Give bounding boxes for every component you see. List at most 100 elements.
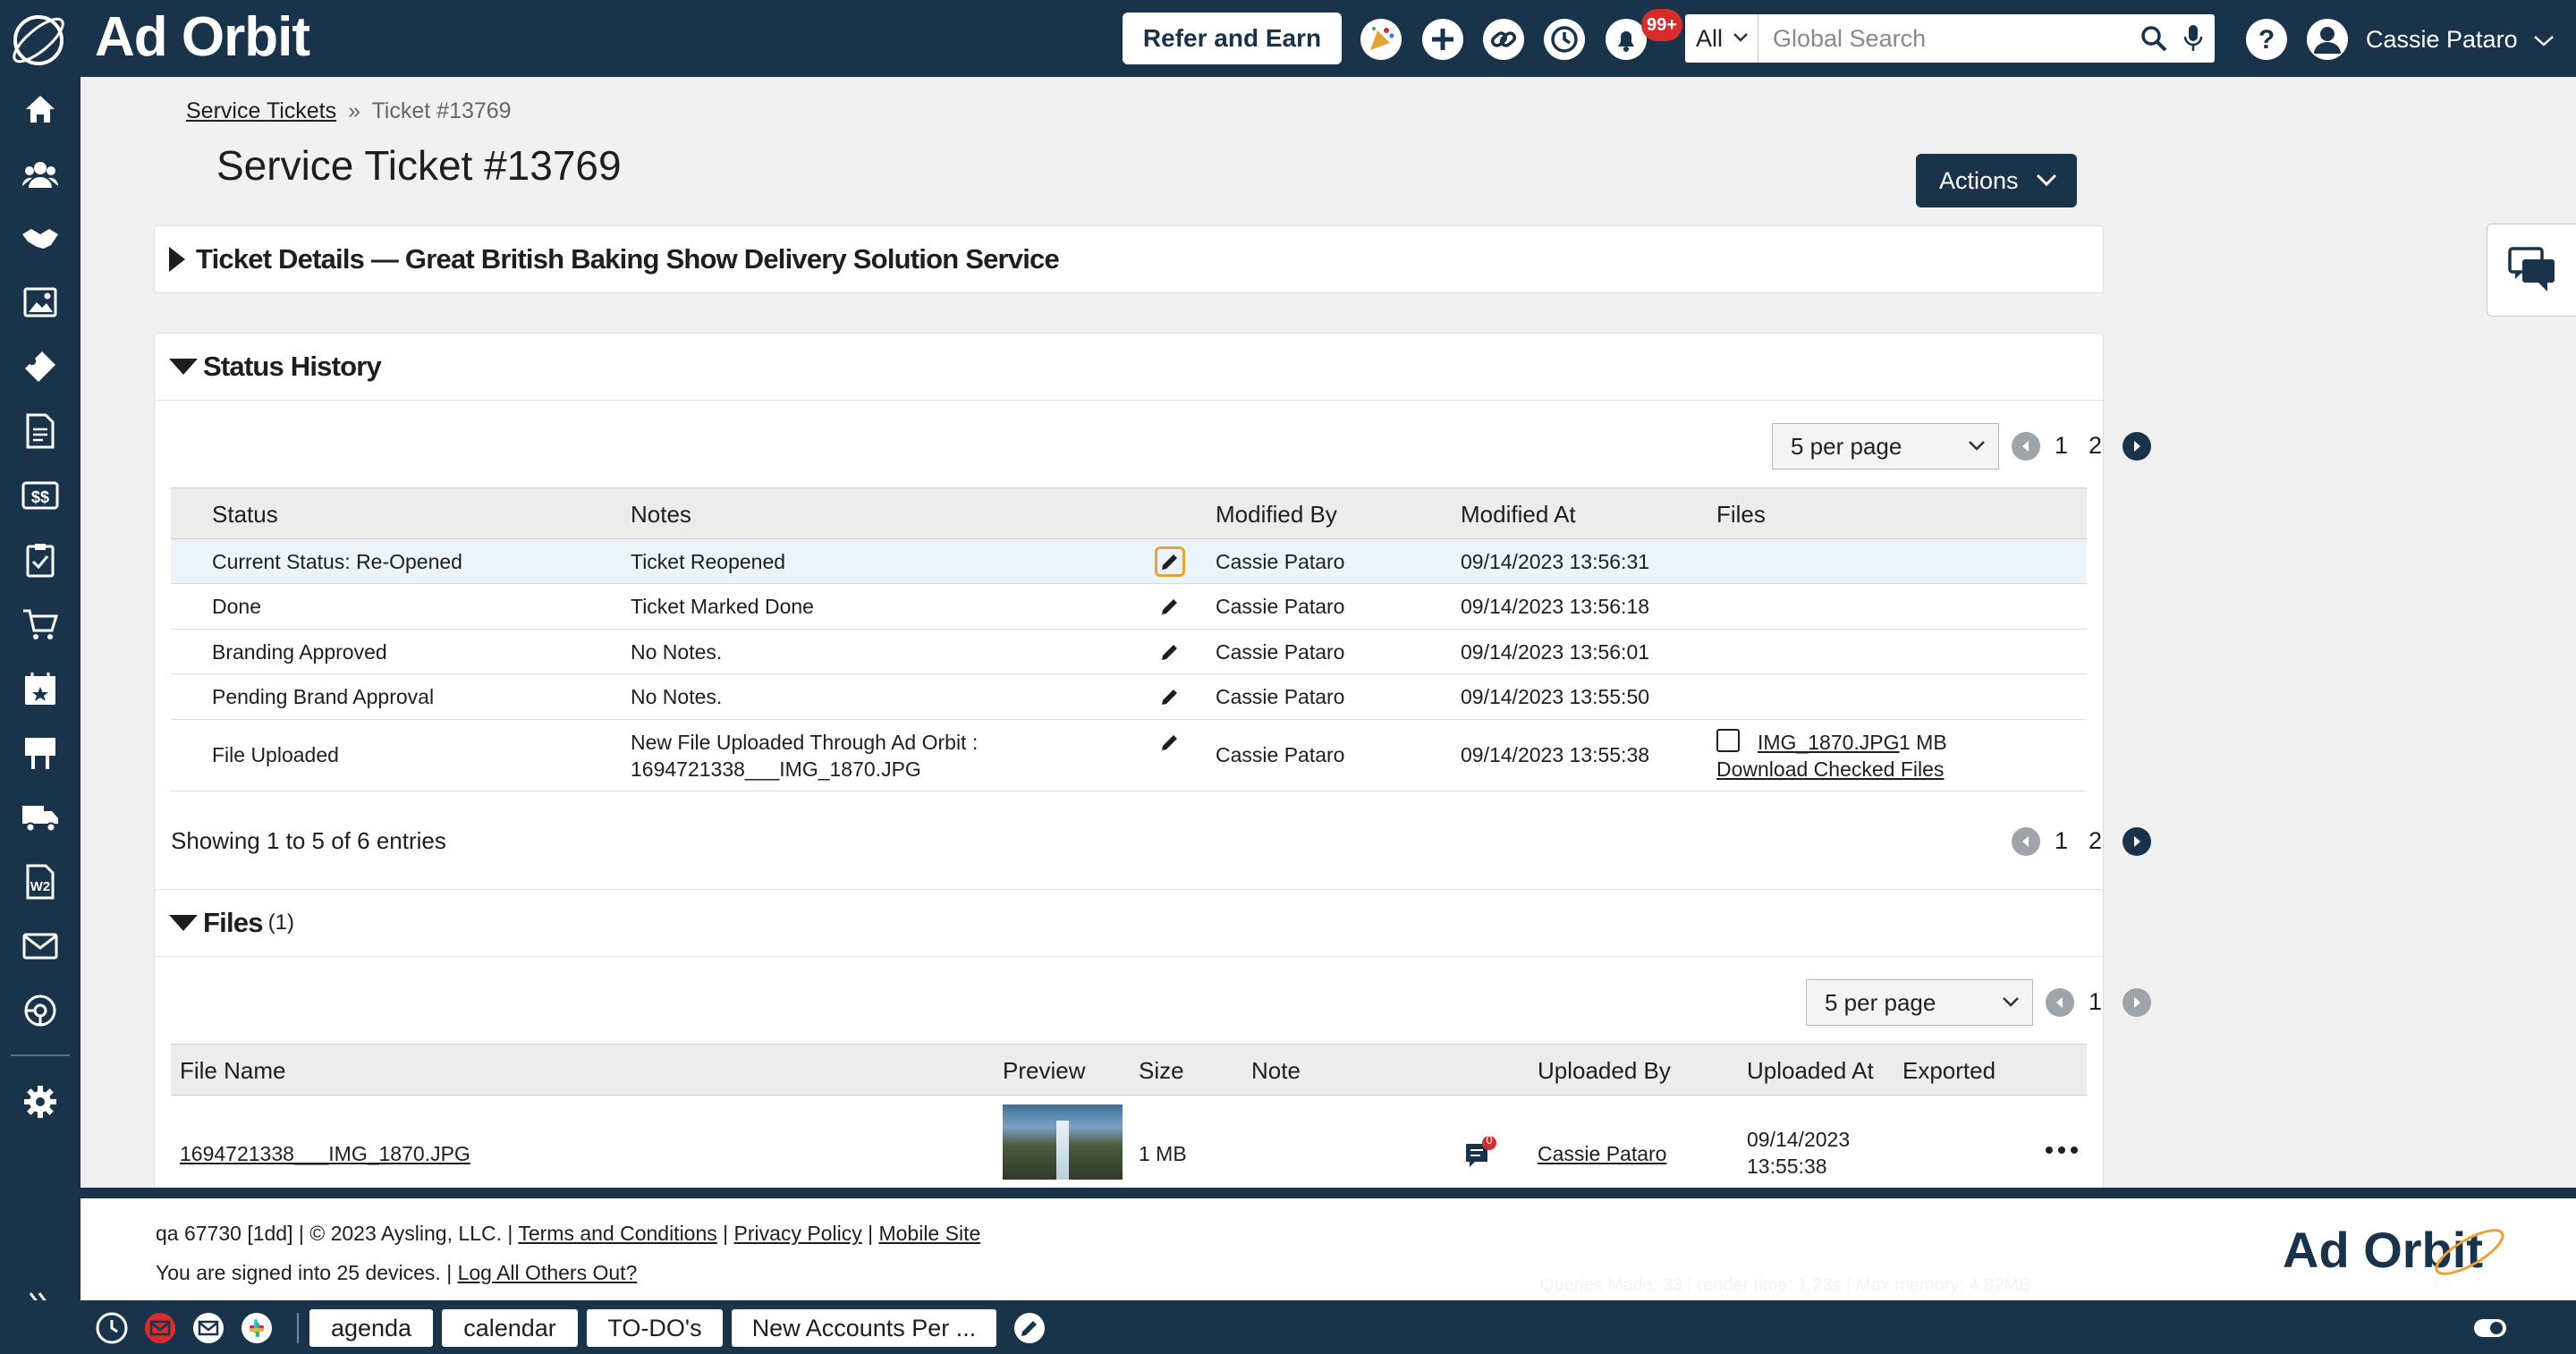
- download-checked-files-link[interactable]: Download Checked Files: [1716, 757, 1944, 782]
- user-avatar-icon[interactable]: [2306, 18, 2349, 61]
- table-row[interactable]: Branding Approved No Notes. Cassie Patar…: [171, 630, 2087, 674]
- chat-side-tab[interactable]: [2487, 224, 2576, 317]
- table-row[interactable]: 1694721338___IMG_1870.JPG 1 MB 0 Cassie …: [171, 1096, 2087, 1185]
- files-per-page-select[interactable]: 5 per page: [1806, 979, 2033, 1026]
- prev-page-icon[interactable]: [2012, 432, 2040, 461]
- help-icon[interactable]: ?: [2245, 18, 2288, 61]
- delivery-truck-icon[interactable]: [19, 796, 62, 839]
- col-uploaded-at[interactable]: Uploaded At: [1747, 1057, 1874, 1085]
- status-page-2[interactable]: 2: [2089, 432, 2102, 460]
- next-page-icon[interactable]: [2123, 827, 2151, 856]
- col-status[interactable]: Status: [212, 501, 278, 529]
- privacy-link[interactable]: Privacy Policy: [734, 1222, 862, 1245]
- checklist-icon[interactable]: [19, 538, 62, 581]
- taskbar-agenda-button[interactable]: agenda: [309, 1309, 433, 1347]
- support-icon[interactable]: [19, 989, 62, 1032]
- prev-page-icon[interactable]: [2012, 827, 2040, 856]
- more-options-icon[interactable]: [2044, 1144, 2083, 1162]
- edit-pencil-icon[interactable]: [1155, 727, 1185, 757]
- edit-pencil-icon[interactable]: [1155, 591, 1185, 622]
- col-size[interactable]: Size: [1139, 1057, 1184, 1085]
- cart-icon[interactable]: [19, 603, 62, 646]
- payments-icon[interactable]: $$: [19, 474, 62, 517]
- user-menu[interactable]: Cassie Pataro: [2366, 20, 2555, 59]
- status-page-1-bottom[interactable]: 1: [2055, 827, 2068, 855]
- file-checkbox[interactable]: [1716, 729, 1740, 752]
- toggle-switch-icon[interactable]: [2472, 1311, 2508, 1345]
- footer-line-2: You are signed into 25 devices. | Log Al…: [156, 1261, 637, 1285]
- modified-at-cell: 09/14/2023 13:56:31: [1461, 550, 1650, 573]
- inbox-icon[interactable]: [191, 1311, 225, 1345]
- home-icon[interactable]: [19, 88, 62, 131]
- mail-icon[interactable]: [19, 925, 62, 968]
- invoice-icon[interactable]: [19, 410, 62, 453]
- microphone-icon[interactable]: [2175, 20, 2211, 57]
- edit-pencil-icon[interactable]: [1155, 681, 1185, 712]
- orbit-logo-icon[interactable]: [7, 9, 70, 72]
- breadcrumb-service-tickets-link[interactable]: Service Tickets: [186, 98, 336, 123]
- history-icon[interactable]: [1543, 18, 1586, 61]
- w2-form-icon[interactable]: W2: [19, 860, 62, 903]
- col-note[interactable]: Note: [1251, 1057, 1301, 1085]
- edit-pencil-icon[interactable]: [1155, 546, 1185, 577]
- status-per-page-select[interactable]: 5 per page: [1772, 423, 1999, 470]
- col-modified-by[interactable]: Modified By: [1216, 501, 1337, 529]
- terms-link[interactable]: Terms and Conditions: [518, 1222, 716, 1245]
- table-row[interactable]: Done Ticket Marked Done Cassie Pataro 09…: [171, 584, 2087, 630]
- mobile-site-link[interactable]: Mobile Site: [878, 1222, 980, 1245]
- file-name-link[interactable]: 1694721338___IMG_1870.JPG: [180, 1142, 470, 1166]
- brand-logo[interactable]: Ad Orbit: [95, 4, 310, 72]
- next-page-icon[interactable]: [2123, 988, 2151, 1017]
- col-notes[interactable]: Notes: [631, 501, 691, 529]
- taskbar-calendar-button[interactable]: calendar: [442, 1309, 578, 1347]
- settings-icon[interactable]: [19, 1080, 62, 1123]
- prev-page-icon[interactable]: [2046, 988, 2074, 1017]
- ticket-details-header[interactable]: Ticket Details — Great British Baking Sh…: [155, 226, 2103, 292]
- media-icon[interactable]: [19, 281, 62, 324]
- table-row[interactable]: Current Status: Re-Opened Ticket Reopene…: [171, 539, 2087, 584]
- add-icon[interactable]: [1421, 18, 1464, 61]
- ticket-details-title: Ticket Details — Great British Baking Sh…: [196, 243, 1060, 275]
- table-row[interactable]: Pending Brand Approval No Notes. Cassie …: [171, 674, 2087, 720]
- refer-and-earn-button[interactable]: Refer and Earn: [1123, 13, 1342, 64]
- clock-icon[interactable]: [95, 1311, 129, 1345]
- col-uploaded-by[interactable]: Uploaded By: [1538, 1057, 1671, 1085]
- uploaded-by-link[interactable]: Cassie Pataro: [1538, 1142, 1666, 1166]
- link-icon[interactable]: [1482, 18, 1525, 61]
- log-others-out-link[interactable]: Log All Others Out?: [458, 1261, 638, 1284]
- next-page-icon[interactable]: [2123, 432, 2151, 461]
- search-icon[interactable]: [2136, 20, 2172, 57]
- file-preview-thumbnail[interactable]: [1003, 1104, 1123, 1180]
- actions-button[interactable]: Actions: [1916, 154, 2077, 207]
- ticket-icon[interactable]: [19, 345, 62, 388]
- status-history-header[interactable]: Status History: [155, 334, 2103, 401]
- status-page-1[interactable]: 1: [2055, 432, 2068, 460]
- col-exported[interactable]: Exported: [1902, 1057, 1996, 1085]
- notes-cell: Ticket Marked Done: [631, 595, 814, 618]
- status-file-link[interactable]: IMG_1870.JPG: [1758, 731, 1900, 755]
- table-row[interactable]: File Uploaded New File Uploaded Through …: [171, 720, 2087, 791]
- slack-icon[interactable]: [240, 1311, 274, 1345]
- billboard-icon[interactable]: [19, 732, 62, 774]
- note-comments-icon[interactable]: 0: [1462, 1133, 1498, 1171]
- files-page-1[interactable]: 1: [2089, 988, 2102, 1016]
- users-icon[interactable]: [19, 152, 62, 195]
- compose-pencil-icon[interactable]: [1013, 1311, 1046, 1345]
- col-preview[interactable]: Preview: [1003, 1057, 1085, 1085]
- footer-line-1: qa 67730 [1dd] | © 2023 Aysling, LLC. | …: [156, 1222, 980, 1246]
- email-alert-icon[interactable]: [143, 1311, 177, 1345]
- modified-by-cell: Cassie Pataro: [1216, 640, 1345, 664]
- status-page-2-bottom[interactable]: 2: [2089, 827, 2102, 855]
- search-scope-select[interactable]: All: [1685, 14, 1758, 63]
- calendar-icon[interactable]: [19, 667, 62, 710]
- files-header[interactable]: Files (1): [155, 890, 2103, 957]
- col-files[interactable]: Files: [1716, 501, 1766, 529]
- edit-pencil-icon[interactable]: [1155, 637, 1185, 667]
- handshake-icon[interactable]: [19, 216, 62, 259]
- taskbar-new-accounts-button[interactable]: New Accounts Per ...: [732, 1309, 996, 1347]
- celebration-icon[interactable]: [1360, 18, 1402, 61]
- taskbar-todos-button[interactable]: TO-DO's: [587, 1309, 723, 1347]
- footer-separator: |: [507, 1222, 513, 1245]
- col-file-name[interactable]: File Name: [180, 1057, 285, 1085]
- col-modified-at[interactable]: Modified At: [1461, 501, 1576, 529]
